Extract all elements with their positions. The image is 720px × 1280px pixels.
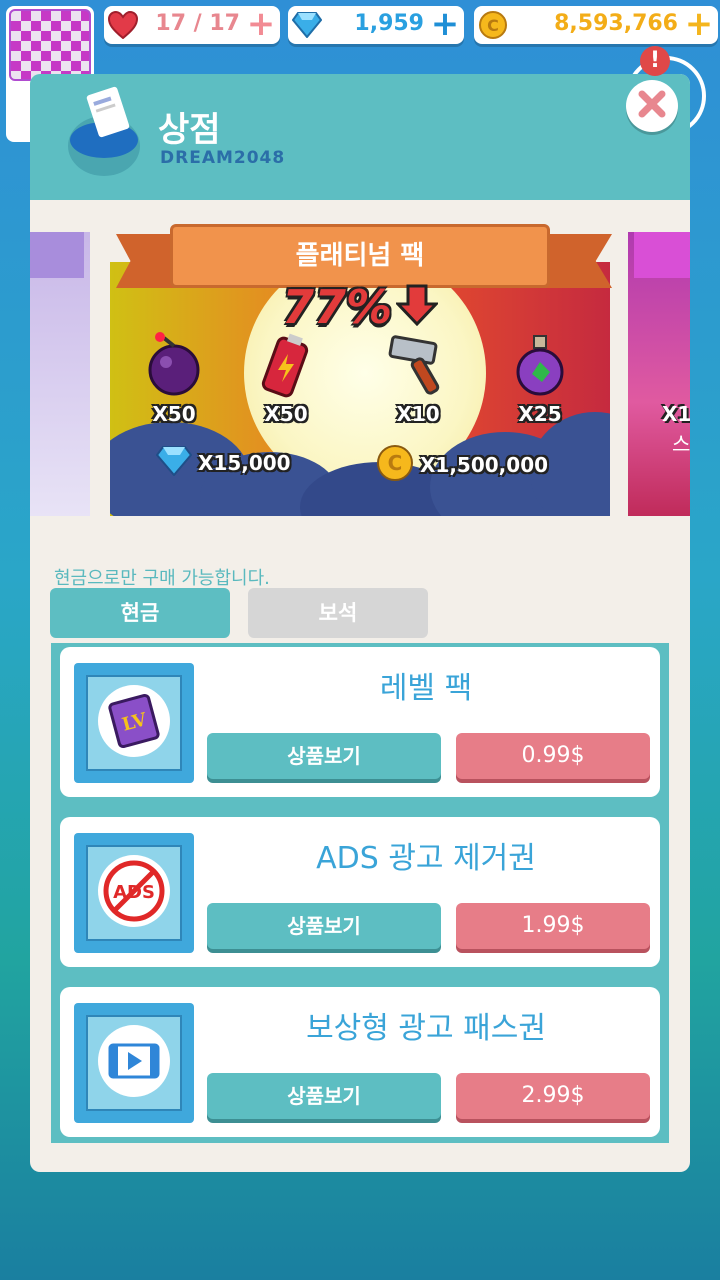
discount-value: 77% [282, 280, 393, 334]
coin-icon: C [376, 444, 414, 486]
view-product-button[interactable]: 상품보기 [207, 733, 441, 779]
gems-counter: 1,959 + [288, 6, 464, 44]
battery-icon [244, 332, 328, 402]
video-icon [94, 1021, 174, 1105]
close-button[interactable] [626, 80, 678, 132]
buy-price-button[interactable]: 2.99$ [456, 1073, 650, 1119]
product-level-pack: LV 레벨 팩 상품보기 0.99$ [60, 647, 660, 797]
next-pack-card[interactable]: X1 스 [628, 232, 690, 516]
product-thumbnail [74, 1003, 194, 1123]
avatar-image [9, 9, 91, 81]
potion-qty: X25 [518, 402, 562, 426]
bomb-qty: X50 [152, 402, 196, 426]
gem-icon [290, 8, 324, 42]
coin-icon: C [476, 8, 510, 42]
notification-badge: ! [640, 46, 670, 76]
product-list: LV 레벨 팩 상품보기 0.99$ ADS ADS 광고 제거권 상품보기 1… [51, 643, 669, 1143]
close-icon [638, 90, 666, 122]
hammer-qty: X10 [396, 402, 440, 426]
pack-item-battery: X50 [244, 332, 328, 426]
buy-price-button[interactable]: 1.99$ [456, 903, 650, 949]
gem-icon [155, 446, 193, 480]
previous-pack-card[interactable] [30, 232, 90, 516]
product-reward-ad-pass: 보상형 광고 패스권 상품보기 2.99$ [60, 987, 660, 1137]
product-thumbnail: LV [74, 663, 194, 783]
svg-text:ADS: ADS [113, 882, 155, 903]
add-coins-button[interactable]: + [684, 7, 714, 41]
lives-counter: 17 / 17 + [104, 6, 280, 44]
product-name: 레벨 팩 [379, 671, 473, 706]
potion-icon [498, 332, 582, 402]
tab-cash[interactable]: 현금 [50, 588, 230, 638]
page-title: 상점 [158, 110, 221, 150]
bomb-icon [132, 332, 216, 402]
discount-badge: 77% [282, 280, 440, 334]
shop-modal: 상점 DREAM2048 X1 스 플래티넘 팩 77% X50 X50 X10… [30, 74, 690, 1172]
no-ads-icon: ADS [94, 851, 174, 935]
down-arrow-icon [394, 284, 440, 330]
gem-reward: X15,000 [155, 446, 291, 480]
heart-icon [106, 8, 140, 42]
tab-gems[interactable]: 보석 [248, 588, 428, 638]
view-product-button[interactable]: 상품보기 [207, 1073, 441, 1119]
svg-text:C: C [388, 451, 403, 475]
battery-qty: X50 [264, 402, 308, 426]
lives-value: 17 / 17 [155, 11, 240, 36]
shop-emblem-icon [66, 84, 148, 180]
gem-reward-amount: X15,000 [198, 451, 291, 475]
product-name: ADS 광고 제거권 [316, 841, 536, 876]
svg-text:C: C [487, 16, 499, 35]
coins-value: 8,593,766 [554, 11, 678, 36]
pack-item-bomb: X50 [132, 332, 216, 426]
coin-reward-amount: X1,500,000 [420, 453, 549, 477]
buy-price-button[interactable]: 0.99$ [456, 733, 650, 779]
product-name: 보상형 광고 패스권 [306, 1011, 546, 1046]
coins-counter: C 8,593,766 + [474, 6, 718, 44]
pack-item-hammer: X10 [376, 332, 460, 426]
coin-reward: C X1,500,000 [376, 444, 548, 486]
product-thumbnail: ADS [74, 833, 194, 953]
pack-carousel[interactable]: X1 스 플래티넘 팩 77% X50 X50 X10 X25 X15,000 … [30, 220, 690, 520]
cash-only-note: 현금으로만 구매 가능합니다. [54, 568, 270, 589]
pack-title: 플래티넘 팩 [170, 224, 550, 288]
shop-header: 상점 DREAM2048 [30, 74, 690, 200]
shop-subtitle: DREAM2048 [160, 148, 286, 168]
pack-item-potion: X25 [498, 332, 582, 426]
add-gems-button[interactable]: + [430, 7, 460, 41]
gems-value: 1,959 [354, 11, 424, 36]
add-lives-button[interactable]: + [246, 7, 276, 41]
next-pack-peek-text: 스 [672, 432, 690, 456]
hammer-icon [376, 332, 460, 402]
product-remove-ads: ADS ADS 광고 제거권 상품보기 1.99$ [60, 817, 660, 967]
next-pack-peek-qty: X1 [662, 402, 690, 426]
level-book-icon: LV [94, 681, 174, 765]
view-product-button[interactable]: 상품보기 [207, 903, 441, 949]
